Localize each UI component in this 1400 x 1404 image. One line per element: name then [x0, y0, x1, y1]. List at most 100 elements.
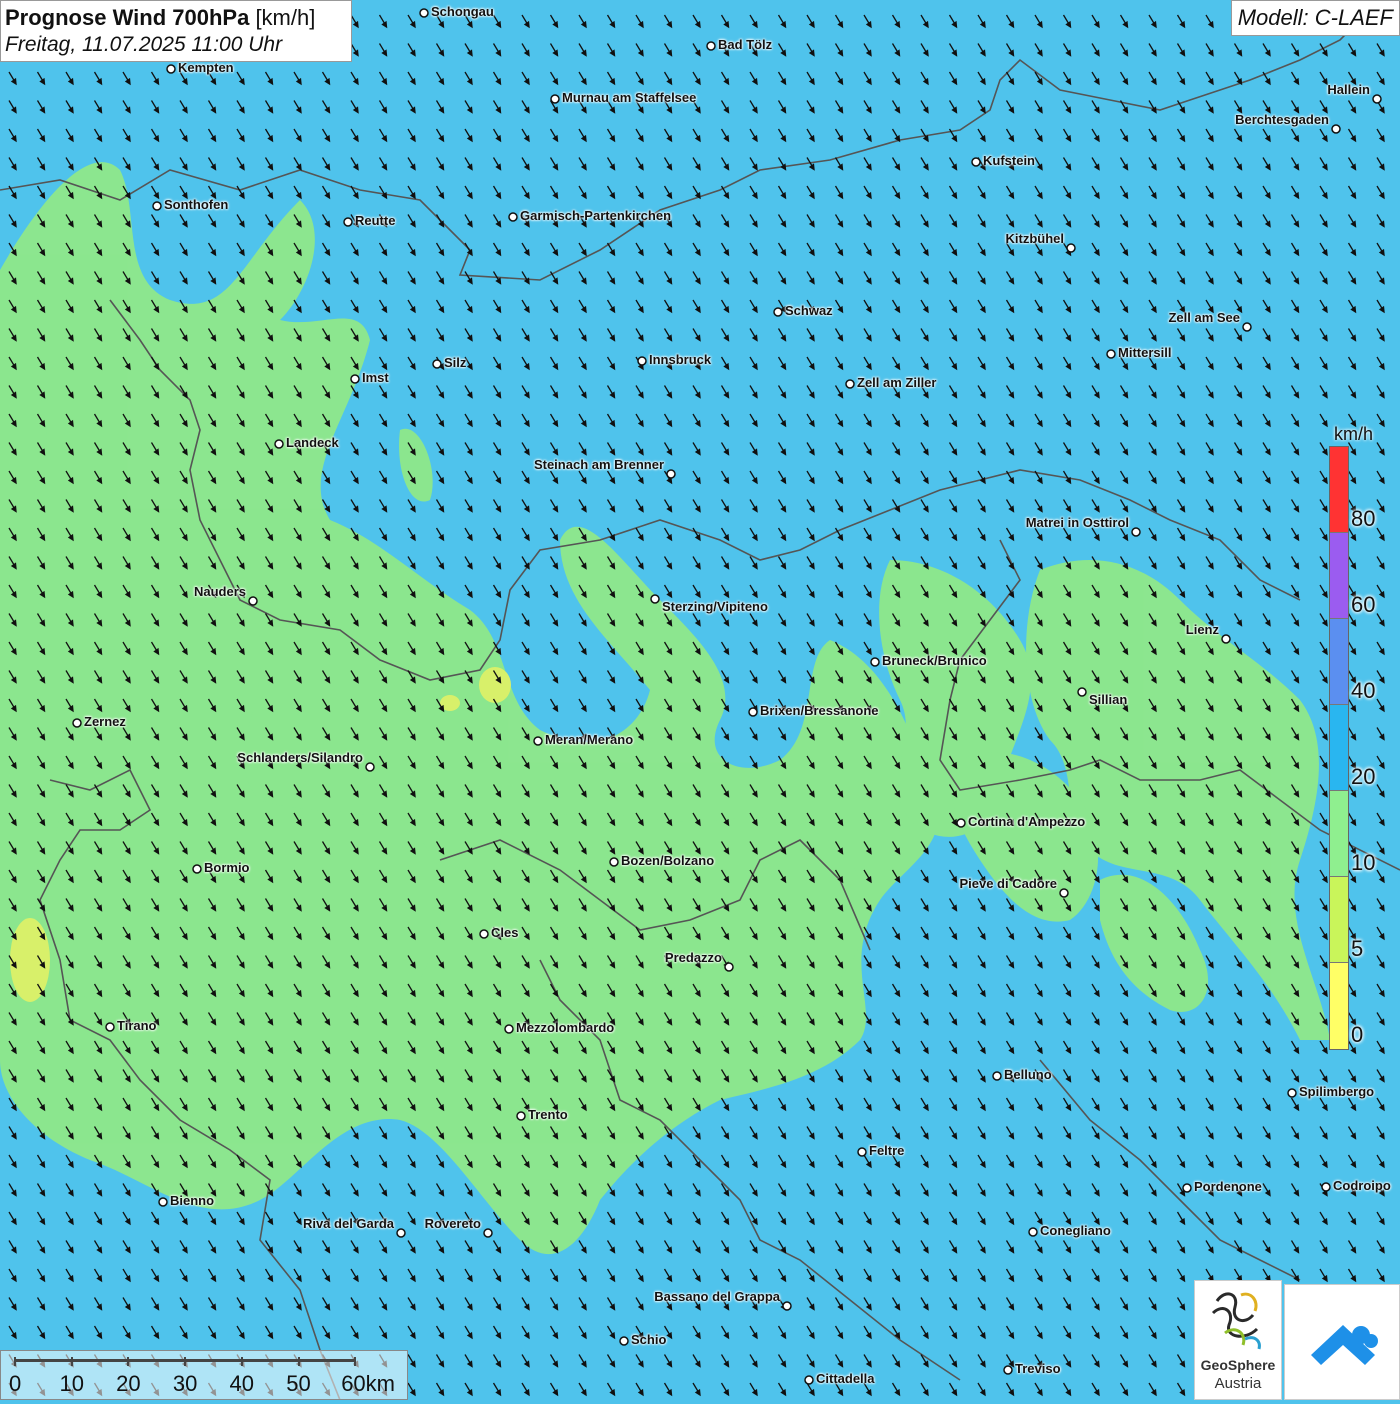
- city-dot: [1287, 1088, 1297, 1098]
- legend-label: 0: [1351, 1022, 1364, 1047]
- city-label: Mittersill: [1118, 345, 1172, 360]
- city-label: Schio: [631, 1332, 667, 1347]
- city-label: Cles: [491, 925, 519, 940]
- city-dot: [870, 657, 880, 667]
- scale-tick: [127, 1357, 130, 1366]
- city-label: Kitzbühel: [1005, 231, 1065, 246]
- city-dot: [432, 359, 442, 369]
- legend-label: 10: [1351, 850, 1376, 875]
- legend-label: 80: [1351, 506, 1376, 531]
- title-text: Prognose Wind 700hPa: [5, 5, 250, 30]
- city-label: Schlanders/Silandro: [237, 750, 363, 765]
- city-dot: [1066, 243, 1076, 253]
- city-label: Bad Tölz: [718, 37, 773, 52]
- city-dot: [72, 718, 82, 728]
- city-label: Kufstein: [983, 153, 1035, 168]
- city-label: Rovereto: [424, 1216, 481, 1231]
- city-label: Matrei in Osttirol: [1025, 515, 1129, 530]
- city-dot: [365, 762, 375, 772]
- forecast-time: Freitag, 11.07.2025 11:00 Uhr: [5, 33, 283, 56]
- legend-color-step: [1330, 533, 1348, 619]
- city-label: Lienz: [1185, 622, 1219, 637]
- city-label: Trento: [528, 1107, 568, 1122]
- city-dot: [845, 379, 855, 389]
- scale-tick: [184, 1357, 187, 1366]
- city-label: Brixen/Bressanone: [760, 703, 879, 718]
- city-dot: [1077, 687, 1087, 697]
- city-dot: [857, 1147, 867, 1157]
- city-label: Feltre: [869, 1143, 905, 1158]
- city-label: Innsbruck: [649, 352, 712, 367]
- city-label: Conegliano: [1040, 1223, 1111, 1238]
- city-label: Steinach am Brenner: [533, 457, 664, 472]
- geosphere-name: GeoSphere: [1200, 1357, 1276, 1373]
- legend-color-step: [1330, 447, 1348, 533]
- legend-color-step: [1330, 791, 1348, 877]
- geosphere-country: Austria: [1214, 1375, 1262, 1392]
- city-label: Codroipo: [1333, 1178, 1391, 1193]
- scale-bar: 0 10 20 30 40 50 60km: [0, 1350, 408, 1400]
- city-dot: [971, 157, 981, 167]
- city-dot: [192, 864, 202, 874]
- city-label: Bienno: [170, 1193, 215, 1208]
- city-dot: [105, 1022, 115, 1032]
- city-dot: [158, 1197, 168, 1207]
- legend-color-step: [1330, 963, 1348, 1049]
- city-dot: [504, 1024, 514, 1034]
- city-dot: [748, 707, 758, 717]
- city-dot: [637, 356, 647, 366]
- city-dot: [343, 217, 353, 227]
- city-dot: [609, 857, 619, 867]
- geosphere-logo: GeoSphere Austria: [1194, 1280, 1282, 1400]
- scale-tick: [14, 1357, 16, 1366]
- scale-label: 30: [172, 1371, 198, 1396]
- title-box: Prognose Wind 700hPa [km/h] Freitag, 11.…: [0, 0, 352, 62]
- city-label: Landeck: [286, 435, 339, 450]
- city-dot: [1242, 322, 1252, 332]
- city-label: Predazzo: [664, 950, 722, 965]
- city-label: Kempten: [178, 60, 234, 75]
- city-dot: [1003, 1365, 1013, 1375]
- legend-color-step: [1330, 877, 1348, 963]
- city-label: Silz: [444, 355, 467, 370]
- city-label: Belluno: [1004, 1067, 1052, 1082]
- legend-label: 20: [1351, 764, 1376, 789]
- scale-label: 60km: [341, 1371, 395, 1396]
- city-label: Sonthofen: [164, 197, 229, 212]
- legend-unit: km/h: [1334, 424, 1374, 444]
- city-dot: [1221, 634, 1231, 644]
- city-dot: [516, 1111, 526, 1121]
- scale-label: 40: [229, 1371, 255, 1396]
- city-dot: [1321, 1182, 1331, 1192]
- city-label: Tirano: [117, 1018, 157, 1033]
- city-label: Spilimbergo: [1299, 1084, 1375, 1099]
- city-dot: [550, 94, 560, 104]
- city-label: Pieve di Cadore: [959, 876, 1057, 891]
- scale-label: 10: [59, 1371, 84, 1396]
- city-label: Mezzolombardo: [516, 1020, 615, 1035]
- legend-label: 5: [1351, 936, 1364, 961]
- city-dot: [533, 736, 543, 746]
- city-label: Bassano del Grappa: [654, 1289, 780, 1304]
- scale-tick: [354, 1357, 357, 1366]
- legend-color-step: [1330, 619, 1348, 705]
- city-dot: [483, 1228, 493, 1238]
- city-label: Schwaz: [785, 303, 833, 318]
- city-label: Schongau: [431, 4, 494, 19]
- city-label: Bormio: [204, 860, 250, 875]
- scale-label: 50: [286, 1371, 311, 1396]
- city-label: Cortina d'Ampezzo: [968, 814, 1086, 829]
- city-label: Murnau am Staffelsee: [562, 90, 697, 105]
- city-label: Riva del Garda: [302, 1216, 394, 1231]
- title-unit: [km/h]: [255, 5, 316, 30]
- app-logo[interactable]: [1284, 1284, 1400, 1400]
- city-dot: [479, 929, 489, 939]
- city-label: Hallein: [1327, 82, 1370, 97]
- city-label: Zell am Ziller: [857, 375, 937, 390]
- city-dot: [1182, 1183, 1192, 1193]
- city-dot: [1331, 124, 1341, 134]
- cloud-arrow-icon: [1311, 1325, 1378, 1365]
- city-label: Reutte: [355, 213, 396, 228]
- city-dot: [650, 594, 660, 604]
- city-dot: [396, 1228, 406, 1238]
